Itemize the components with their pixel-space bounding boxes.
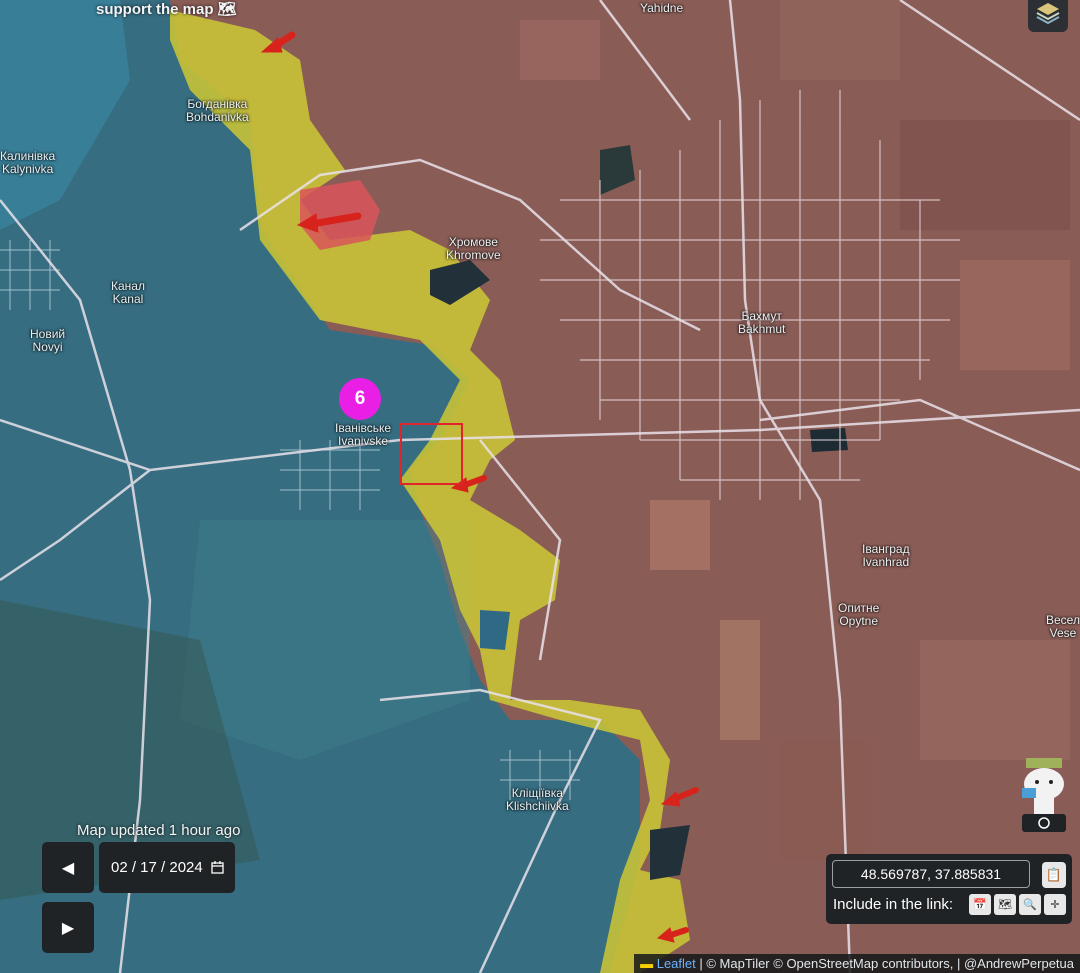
coordinates-field[interactable]: 48.569787, 37.885831 <box>832 860 1030 888</box>
chevron-right-icon: ▶ <box>61 919 75 937</box>
include-map-view-icon[interactable]: 🗺 <box>994 894 1016 915</box>
include-in-link-label: Include in the link: <box>833 896 954 913</box>
place-label-kalynivka: Калинівка Kalynivka <box>0 149 56 176</box>
place-label-kanal: Канал Kanal <box>111 279 145 306</box>
place-label-bakhmut: Бахмут Bakhmut <box>738 309 786 336</box>
coordinates-panel: 48.569787, 37.885831 📋 Include in the li… <box>826 854 1072 924</box>
place-label-yahidne: Yahidne <box>640 1 684 15</box>
leaflet-link[interactable]: Leaflet <box>657 956 696 971</box>
chevron-left-icon: ◀ <box>61 859 75 877</box>
ukraine-flag-icon: ▬ <box>640 956 654 971</box>
place-label-khromove: Хромове Khromove <box>446 235 501 262</box>
place-label-bohdanivka: Богданівка Bohdanivka <box>186 97 249 124</box>
calendar-icon[interactable] <box>211 861 224 874</box>
map-updated-status: Map updated 1 hour ago <box>77 822 241 839</box>
layers-icon <box>1036 3 1060 25</box>
copy-coordinates-button[interactable]: 📋 <box>1042 862 1066 888</box>
date-input[interactable]: 02 / 17 / 2024 <box>99 842 235 893</box>
date-value: 02 / 17 / 2024 <box>111 859 203 876</box>
numbered-marker[interactable]: 6 <box>339 378 381 420</box>
include-zoom-magnifier-icon[interactable]: 🔍 <box>1019 894 1041 915</box>
clipboard-icon: 📋 <box>1045 867 1063 882</box>
mascot-icon[interactable] <box>1016 758 1072 832</box>
layers-button[interactable] <box>1028 0 1068 32</box>
place-label-ivanivske: Іванівське Ivanivske <box>335 421 392 448</box>
place-label-vesele: Весел Vese <box>1046 613 1080 640</box>
place-label-ivanhrad: Іванград Ivanhrad <box>862 542 910 569</box>
next-date-button[interactable]: ▶ <box>42 902 94 953</box>
include-date-calendar-icon[interactable]: 📅 <box>969 894 991 915</box>
include-marker-crosshair-icon[interactable]: ✛ <box>1044 894 1066 915</box>
support-the-map-link[interactable]: support the map 🗺 <box>96 0 237 18</box>
previous-date-button[interactable]: ◀ <box>42 842 94 893</box>
place-label-opytne: Опитне Opytne <box>838 601 880 628</box>
place-label-novyi: Новий Novyi <box>30 327 66 354</box>
map-attribution: ▬ Leaflet | © MapTiler © OpenStreetMap c… <box>634 954 1080 973</box>
attribution-text: | © MapTiler © OpenStreetMap contributor… <box>695 956 1074 971</box>
place-label-klishchiivka: Кліщіївка Klishchiivka <box>506 786 569 813</box>
